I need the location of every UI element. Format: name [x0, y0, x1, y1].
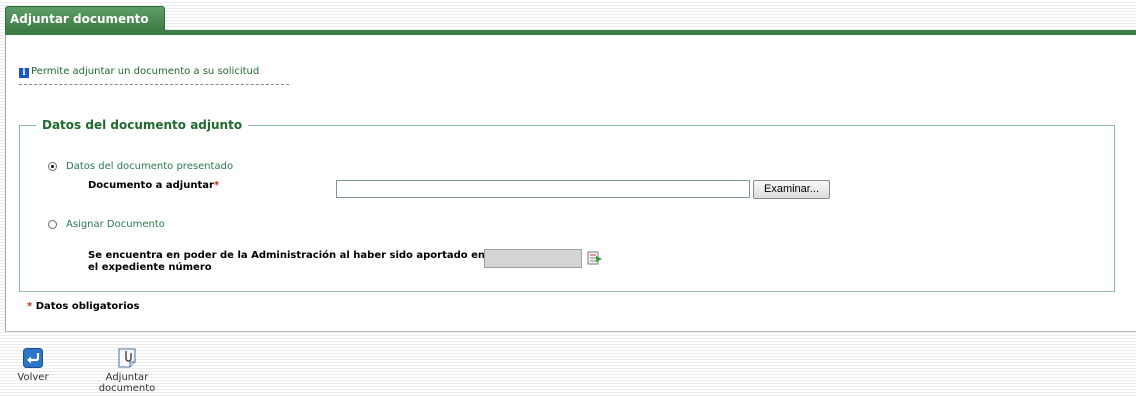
attach-document-icon — [118, 348, 136, 368]
documento-adjuntar-label: Documento a adjuntar* — [88, 180, 219, 192]
expediente-number-input[interactable] — [484, 249, 582, 268]
file-path-input[interactable] — [336, 180, 750, 198]
required-mark: * — [213, 180, 220, 191]
info-divider — [19, 84, 289, 85]
mandatory-mark: * — [27, 301, 33, 312]
info-note: i Permite adjuntar un documento a su soli… — [19, 66, 259, 78]
radio-asignar-documento[interactable] — [48, 220, 57, 229]
adjuntar-label-line2: documento — [98, 383, 156, 394]
expediente-label-line1: Se encuentra en poder de la Administraci… — [88, 250, 486, 261]
fieldset-legend: Datos del documento adjunto — [36, 117, 249, 133]
adjuntar-documento-button[interactable]: Adjuntar documento — [96, 348, 158, 394]
info-icon: i — [19, 68, 29, 78]
mandatory-text: Datos obligatorios — [35, 301, 140, 312]
lookup-icon[interactable] — [587, 250, 603, 266]
expediente-label: Se encuentra en poder de la Administraci… — [88, 250, 485, 274]
document-fieldset: Datos del documento adjunto Datos del do… — [19, 117, 1115, 292]
main-panel: i Permite adjuntar un documento a su soli… — [5, 35, 1136, 332]
radio-documento-presentado-label[interactable]: Datos del documento presentado — [66, 161, 233, 172]
expediente-label-line2: el expediente número — [88, 262, 212, 273]
examinar-button[interactable]: Examinar... — [753, 180, 830, 199]
volver-label: Volver — [17, 372, 49, 383]
documento-adjuntar-text: Documento a adjuntar — [88, 180, 214, 191]
back-icon — [23, 348, 43, 368]
info-text: Permite adjuntar un documento a su solic… — [31, 66, 260, 77]
radio-asignar-documento-label[interactable]: Asignar Documento — [66, 219, 165, 230]
tab-adjuntar-documento[interactable]: Adjuntar documento — [5, 6, 165, 30]
radio-documento-presentado[interactable] — [48, 162, 57, 171]
volver-button[interactable]: Volver — [16, 348, 50, 383]
mandatory-note: * Datos obligatorios — [27, 301, 139, 312]
adjuntar-label-line1: Adjuntar — [105, 372, 149, 383]
